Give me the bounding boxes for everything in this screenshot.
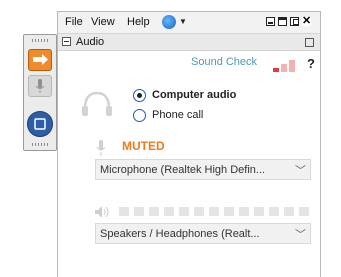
stop-icon [34, 118, 46, 130]
mic-icon [35, 79, 45, 93]
chevron-down-icon: ﹀ [295, 229, 306, 241]
computer-audio-label[interactable]: Computer audio [152, 89, 236, 101]
speaker-select-value: Speakers / Headphones (Realt... [100, 228, 260, 240]
speaker-level-meter [119, 207, 312, 216]
audio-title: Audio [76, 36, 105, 48]
toolbar-grip-top[interactable] [32, 39, 48, 42]
toolbar-grip-bottom[interactable] [32, 143, 48, 146]
muted-mic-icon [96, 140, 106, 156]
globe-icon[interactable] [162, 15, 176, 29]
headset-icon [82, 91, 112, 116]
signal-strength-icon [273, 60, 297, 72]
mic-status: MUTED [122, 139, 165, 153]
microphone-select[interactable]: Microphone (Realtek High Defin... ﹀ [95, 159, 311, 180]
minimize-button[interactable] [266, 17, 275, 26]
microphone-select-value: Microphone (Realtek High Defin... [100, 164, 266, 176]
menu-help[interactable]: Help [127, 16, 150, 28]
phone-call-label[interactable]: Phone call [152, 109, 203, 121]
popout-button[interactable] [305, 38, 314, 47]
menu-file[interactable]: File [65, 16, 83, 28]
share-button[interactable] [28, 49, 52, 71]
mic-toggle-button[interactable] [28, 75, 52, 97]
speaker-select[interactable]: Speakers / Headphones (Realt... ﹀ [95, 223, 311, 244]
speaker-icon [95, 206, 109, 218]
close-button[interactable]: ✕ [302, 16, 311, 27]
help-icon[interactable]: ? [307, 56, 315, 71]
sound-check-link[interactable]: Sound Check [191, 56, 257, 68]
share-icon [33, 54, 48, 65]
chevron-down-icon[interactable]: ▼ [179, 17, 187, 26]
restore-button[interactable] [290, 17, 299, 26]
maximize-button[interactable] [278, 17, 287, 26]
audio-panel: File View Help ▼ ✕ Audio Sound Check ? C… [57, 11, 321, 277]
menu-view[interactable]: View [91, 16, 115, 28]
stop-button[interactable] [27, 111, 53, 137]
menu-bar: File View Help ▼ ✕ [58, 12, 320, 34]
radio-computer-audio[interactable] [133, 89, 146, 102]
collapse-button[interactable] [62, 37, 71, 46]
audio-section-header: Audio [58, 34, 320, 51]
meeting-toolbar [23, 34, 57, 151]
radio-phone-call[interactable] [133, 109, 146, 122]
chevron-down-icon: ﹀ [295, 165, 306, 177]
